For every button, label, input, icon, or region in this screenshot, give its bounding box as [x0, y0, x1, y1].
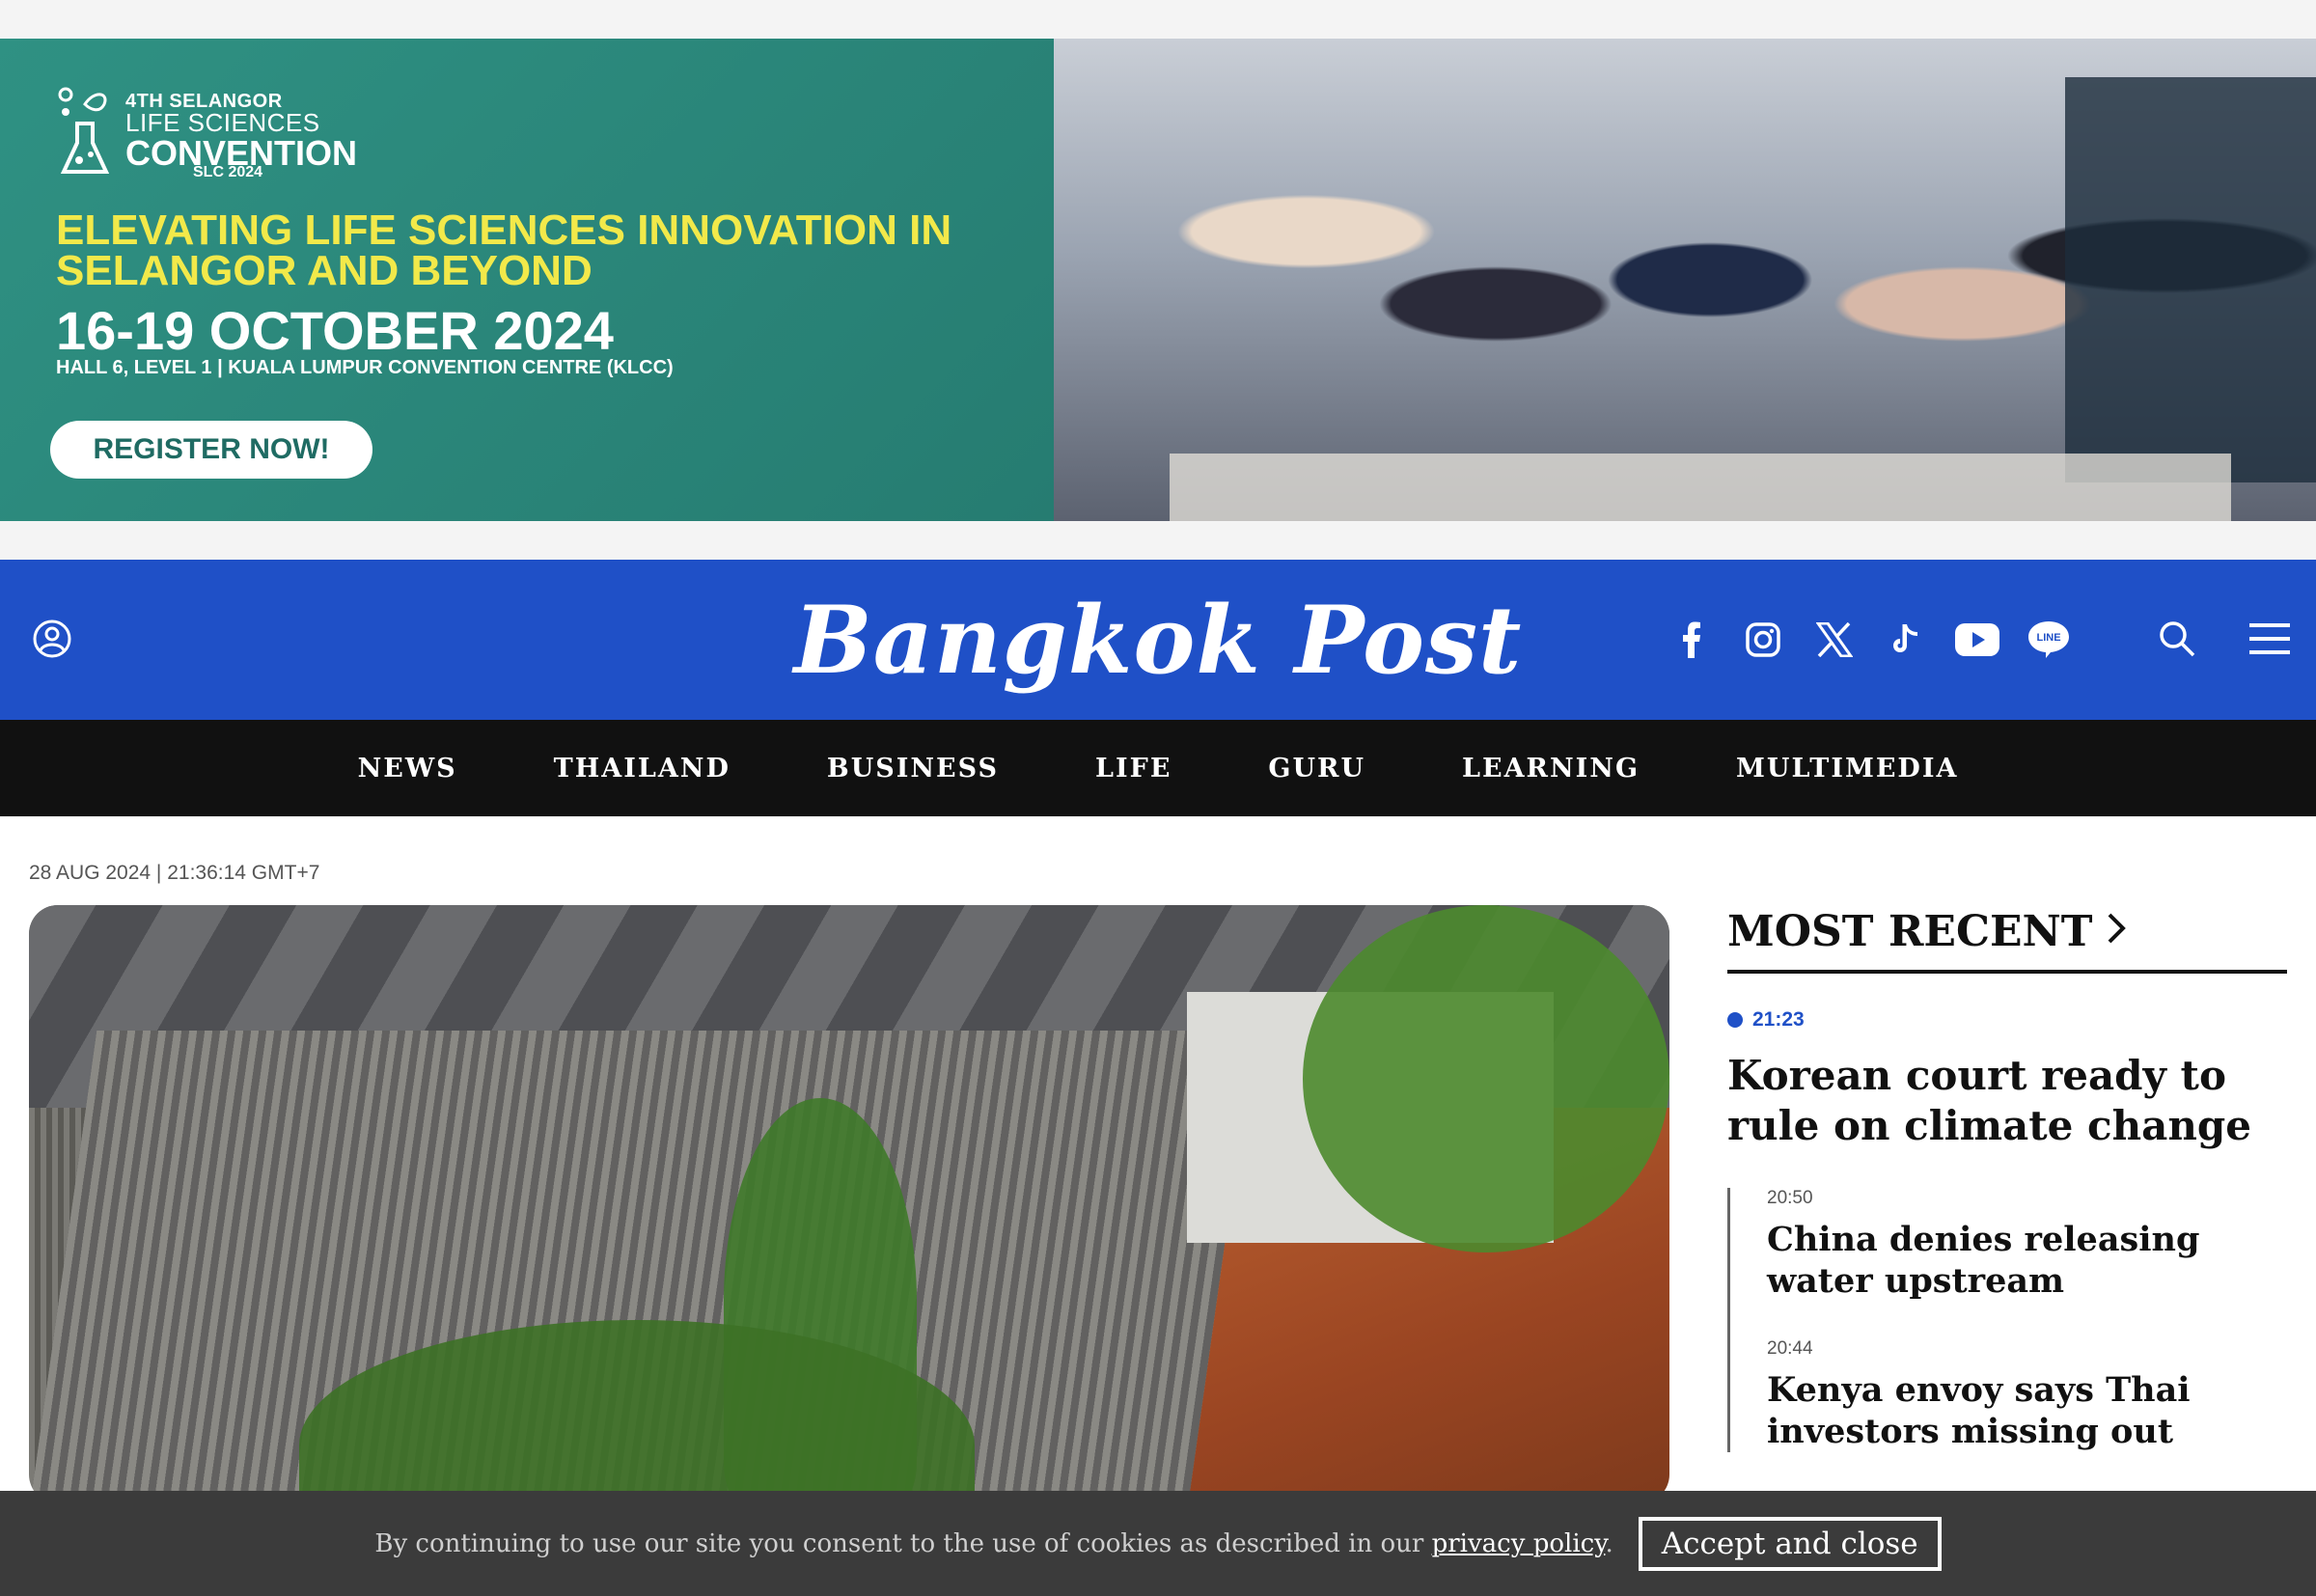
list-item-link[interactable]: China denies releasing water upstream [1767, 1219, 2287, 1302]
nav-business[interactable]: BUSINESS [827, 754, 999, 784]
ad-photo-booth [2065, 77, 2316, 482]
live-dot-icon [1727, 1012, 1743, 1028]
nav-news[interactable]: NEWS [358, 754, 457, 784]
search-icon[interactable] [2148, 610, 2206, 668]
facebook-icon[interactable] [1656, 611, 1727, 669]
nav-guru[interactable]: GURU [1268, 754, 1365, 784]
register-now-button[interactable]: REGISTER NOW! [50, 421, 372, 479]
list-item-time: 20:50 [1767, 1188, 1813, 1208]
article-timestamp: 28 AUG 2024 | 21:36:14 GMT+7 [29, 862, 320, 884]
ad-headline: ELEVATING LIFE SCIENCES INNOVATION IN SE… [56, 206, 952, 294]
masthead: Bangkok Post LINE [0, 560, 2316, 720]
lead-time-text: 21:23 [1752, 1008, 1805, 1031]
flask-logo-icon [58, 87, 110, 174]
hero-image[interactable] [29, 905, 1669, 1503]
nav-life[interactable]: LIFE [1095, 754, 1172, 784]
cookie-message: By continuing to use our site you consen… [374, 1529, 1613, 1558]
nav-learning[interactable]: LEARNING [1462, 754, 1640, 784]
most-recent-heading[interactable]: MOST RECENT [1727, 907, 2287, 974]
accept-cookies-button[interactable]: Accept and close [1638, 1516, 1942, 1571]
list-item-time: 20:44 [1767, 1338, 1813, 1359]
privacy-policy-link[interactable]: privacy policy [1432, 1529, 1606, 1558]
lead-story-time: 21:23 [1727, 1008, 2287, 1032]
nav-thailand[interactable]: THAILAND [554, 754, 731, 784]
ad-venue: HALL 6, LEVEL 1 | KUALA LUMPUR CONVENTIO… [56, 357, 674, 378]
lead-story-link[interactable]: Korean court ready to rule on climate ch… [1727, 1051, 2287, 1151]
ad-convention-photo [1054, 39, 2316, 521]
ad-band: 4TH SELANGOR LIFE SCIENCES CONVENTION SL… [0, 0, 2316, 560]
ad-banner[interactable]: 4TH SELANGOR LIFE SCIENCES CONVENTION SL… [0, 39, 2316, 521]
recent-list: 20:50 China denies releasing water upstr… [1727, 1188, 2287, 1452]
most-recent-label: MOST RECENT [1727, 907, 2093, 956]
ad-photo-counter [1170, 454, 2231, 521]
social-links: LINE [1656, 560, 2084, 720]
hero-foliage [1303, 905, 1669, 1252]
cookie-text: By continuing to use our site you consen… [374, 1528, 1424, 1558]
cookie-consent-bar: By continuing to use our site you consen… [0, 1491, 2316, 1596]
ad-dates: 16-19 OCTOBER 2024 [56, 300, 614, 361]
x-icon[interactable] [1799, 611, 1870, 669]
main-nav: NEWS THAILAND BUSINESS LIFE GURU LEARNIN… [0, 720, 2316, 816]
ad-text-panel: 4TH SELANGOR LIFE SCIENCES CONVENTION SL… [0, 39, 1054, 521]
tiktok-icon[interactable] [1870, 611, 1942, 669]
line-icon-label: LINE [2036, 632, 2060, 644]
hamburger-menu-icon[interactable] [2241, 610, 2299, 668]
brand-name: Bangkok Post [793, 585, 1523, 695]
youtube-icon[interactable] [1942, 611, 2013, 669]
list-item-link[interactable]: Kenya envoy says Thai investors missing … [1767, 1369, 2287, 1452]
chevron-right-icon [2107, 909, 2126, 954]
instagram-icon[interactable] [1727, 611, 1799, 669]
ad-name-sub: SLC 2024 [193, 164, 263, 180]
nav-multimedia[interactable]: MULTIMEDIA [1736, 754, 1958, 784]
line-icon[interactable]: LINE [2013, 611, 2084, 669]
most-recent-sidebar: MOST RECENT 21:23 Korean court ready to … [1727, 907, 2287, 1489]
cookie-period: . [1605, 1528, 1613, 1558]
